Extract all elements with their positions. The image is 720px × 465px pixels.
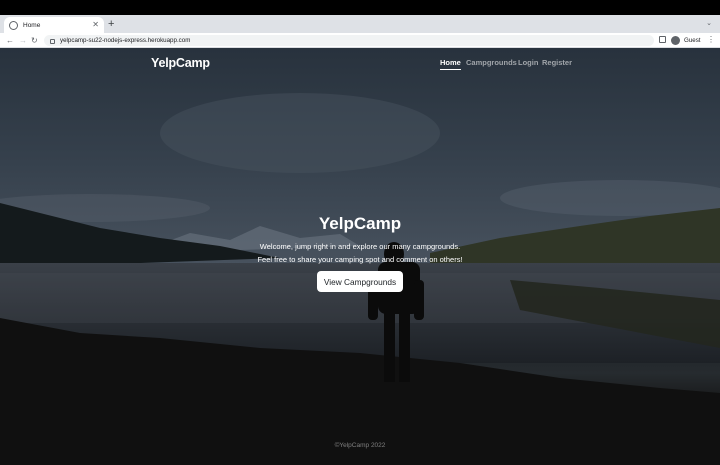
hero-page: YelpCamp Home Campgrounds Login Register… [0,48,720,465]
nav-link-campgrounds[interactable]: Campgrounds [466,58,517,67]
back-button[interactable]: ← [6,35,14,46]
nav-link-register[interactable]: Register [542,58,572,67]
browser-tab-home[interactable]: Home ✕ [4,17,104,33]
hero-description-line-1: Welcome, jump right in and explore our m… [259,242,461,251]
side-panel-icon[interactable] [659,36,666,43]
globe-icon [9,20,18,30]
tab-title: Home [23,21,41,29]
profile-label[interactable]: Guest [684,37,701,44]
lock-icon [50,39,55,44]
chevron-down-icon[interactable]: ⌄ [706,19,712,27]
url-text: yelpcamp-su22-nodejs-express.herokuapp.c… [60,37,191,44]
hero-description-line-2: Feel free to share your camping spot and… [257,255,463,264]
new-tab-button[interactable]: + [108,18,114,30]
kebab-menu-icon[interactable]: ⋮ [707,35,715,45]
address-bar[interactable]: yelpcamp-su22-nodejs-express.herokuapp.c… [44,35,654,46]
reload-button[interactable]: ↻ [31,35,38,46]
os-top-bar [0,0,720,15]
nav-link-home[interactable]: Home [440,58,461,70]
navbar-brand[interactable]: YelpCamp [151,56,210,70]
browser-tab-strip: Home ✕ + ⌄ [0,15,720,33]
view-campgrounds-button[interactable]: View Campgrounds [317,271,403,292]
browser-toolbar: ← → ↻ yelpcamp-su22-nodejs-express.herok… [0,33,720,48]
footer-copyright: ©YelpCamp 2022 [334,442,386,449]
profile-avatar-icon[interactable] [671,36,680,45]
hero-title: YelpCamp [318,214,402,233]
forward-button[interactable]: → [19,35,27,46]
nav-link-login[interactable]: Login [518,58,538,67]
close-icon[interactable]: ✕ [92,21,99,29]
